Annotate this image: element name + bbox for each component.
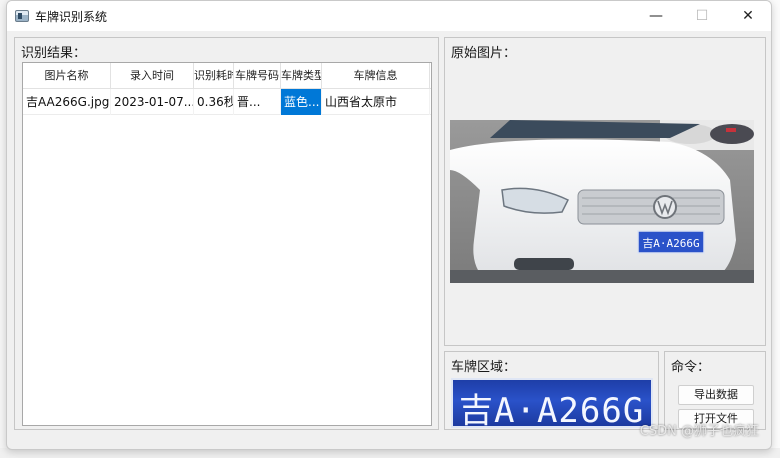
table-row[interactable]: 吉AA266G.jpg 2023-01-07... 0.36秒 晋... 蓝色.…: [23, 89, 431, 115]
table-header: 图片名称 录入时间 识别耗时 车牌号码 车牌类型 车牌信息: [23, 63, 431, 89]
maximize-button[interactable]: ☐: [679, 1, 725, 31]
column-header-image-name[interactable]: 图片名称: [23, 63, 111, 89]
column-header-elapsed[interactable]: 识别耗时: [194, 63, 234, 89]
plate-region-title: 车牌区域：: [451, 360, 517, 375]
app-icon: [15, 10, 29, 22]
original-image-title: 原始图片：: [451, 46, 517, 61]
cell-plate-info[interactable]: 山西省太原市: [322, 89, 430, 115]
csdn-watermark: CSDN @狮子也疯狂: [639, 424, 759, 439]
result-group-title: 识别结果：: [21, 46, 87, 61]
cell-image-name[interactable]: 吉AA266G.jpg: [23, 89, 111, 115]
command-title: 命令：: [671, 360, 711, 375]
cell-time[interactable]: 2023-01-07...: [111, 89, 194, 115]
car-photo-illustration: 吉A·A266G: [450, 120, 754, 283]
result-table[interactable]: 图片名称 录入时间 识别耗时 车牌号码 车牌类型 车牌信息 吉AA266G.jp…: [22, 62, 432, 426]
cell-elapsed[interactable]: 0.36秒: [194, 89, 234, 115]
title-bar[interactable]: 车牌识别系统 — ☐ ✕: [7, 1, 771, 31]
plate-region-text: 吉A·A266G: [459, 391, 645, 428]
original-car-photo: 吉A·A266G: [450, 120, 754, 283]
minimize-button[interactable]: —: [633, 1, 679, 31]
window-controls: — ☐ ✕: [633, 1, 771, 31]
window-title: 车牌识别系统: [35, 9, 108, 24]
photo-plate-text: 吉A·A266G: [642, 237, 699, 250]
original-image-group: 原始图片： 吉A·A266G: [444, 37, 766, 346]
cell-plate-number[interactable]: 晋...: [234, 89, 281, 115]
main-window: 车牌识别系统 — ☐ ✕ 识别结果： 图片名称 录入时间 识别耗时 车牌号码 车…: [6, 0, 772, 450]
result-group: 识别结果： 图片名称 录入时间 识别耗时 车牌号码 车牌类型 车牌信息 吉AA2…: [14, 37, 439, 430]
export-data-button[interactable]: 导出数据: [678, 385, 754, 405]
column-header-plate-type[interactable]: 车牌类型: [281, 63, 322, 89]
column-header-plate-info[interactable]: 车牌信息: [322, 63, 430, 89]
plate-region-image: 吉A·A266G: [451, 378, 653, 428]
command-group: 命令： 导出数据 打开文件: [664, 351, 766, 430]
column-header-plate-number[interactable]: 车牌号码: [234, 63, 281, 89]
close-button[interactable]: ✕: [725, 1, 771, 31]
plate-region-group: 车牌区域： 吉A·A266G: [444, 351, 659, 430]
cell-plate-type[interactable]: 蓝色...: [281, 89, 322, 115]
column-header-time[interactable]: 录入时间: [111, 63, 194, 89]
